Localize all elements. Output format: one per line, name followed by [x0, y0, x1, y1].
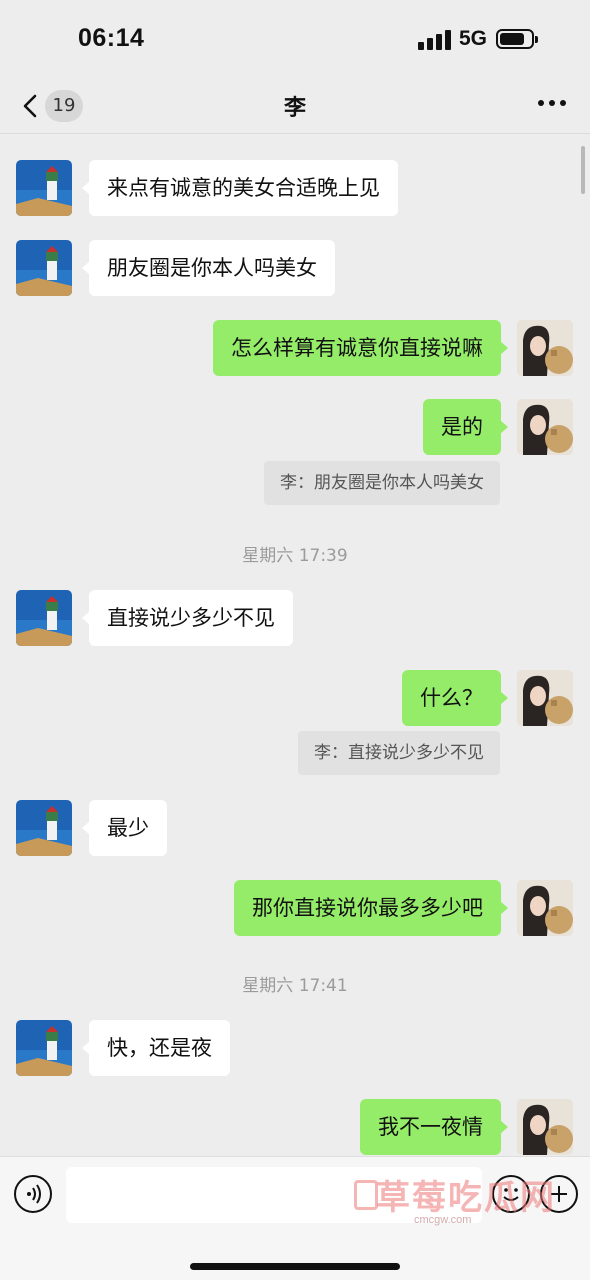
watermark-logo-icon	[354, 1180, 378, 1210]
status-bar: 06:14 5G	[0, 0, 590, 80]
user-avatar[interactable]	[517, 880, 573, 936]
message-bubble-incoming[interactable]: 来点有诚意的美女合适晚上见	[82, 160, 398, 216]
message-bubble-outgoing[interactable]: 那你直接说你最多多少吧	[234, 880, 508, 936]
home-indicator[interactable]	[190, 1263, 400, 1270]
status-time: 06:14	[78, 24, 145, 52]
quoted-message[interactable]: 李：朋友圈是你本人吗美女	[264, 461, 500, 505]
timestamp: 星期六 17:41	[242, 976, 348, 996]
user-avatar[interactable]	[517, 320, 573, 376]
message-bubble-outgoing[interactable]: 我不一夜情	[360, 1099, 508, 1155]
watermark-text: 草莓吃瓜网	[376, 1178, 556, 1218]
voice-icon[interactable]	[14, 1175, 52, 1213]
lighthouse-avatar-icon	[16, 1020, 72, 1076]
user-avatar[interactable]	[517, 670, 573, 726]
contact-avatar[interactable]	[16, 240, 72, 296]
girl-cat-avatar-icon	[517, 1099, 573, 1155]
girl-cat-avatar-icon	[517, 320, 573, 376]
message-bubble-outgoing[interactable]: 什么？	[402, 670, 508, 726]
user-avatar[interactable]	[517, 399, 573, 455]
message-bubble-outgoing[interactable]: 怎么样算有诚意你直接说嘛	[213, 320, 508, 376]
timestamp: 星期六 17:39	[242, 546, 348, 566]
contact-avatar[interactable]	[16, 160, 72, 216]
message-bubble-incoming[interactable]: 直接说少多少不见	[82, 590, 293, 646]
contact-avatar[interactable]	[16, 590, 72, 646]
lighthouse-avatar-icon	[16, 160, 72, 216]
chat-title: 李	[283, 96, 306, 121]
message-bubble-outgoing[interactable]: 是的	[423, 399, 508, 455]
lighthouse-avatar-icon	[16, 590, 72, 646]
chat-header: 19 李	[0, 80, 590, 134]
contact-avatar[interactable]	[16, 1020, 72, 1076]
girl-cat-avatar-icon	[517, 880, 573, 936]
more-dots-icon[interactable]	[538, 98, 566, 108]
signal-icon	[418, 30, 452, 50]
battery-icon	[496, 29, 538, 49]
user-avatar[interactable]	[517, 1099, 573, 1155]
watermark-url: cmcgw.com	[414, 1214, 472, 1226]
message-bubble-incoming[interactable]: 最少	[82, 800, 167, 856]
contact-avatar[interactable]	[16, 800, 72, 856]
girl-cat-avatar-icon	[517, 399, 573, 455]
lighthouse-avatar-icon	[16, 800, 72, 856]
watermark: 草莓吃瓜网 cmcgw.com	[352, 1168, 584, 1238]
girl-cat-avatar-icon	[517, 670, 573, 726]
voice-wave-icon	[27, 1184, 41, 1204]
lighthouse-avatar-icon	[16, 240, 72, 296]
scrollbar[interactable]	[581, 146, 585, 194]
message-bubble-incoming[interactable]: 快，还是夜	[82, 1020, 230, 1076]
network-label: 5G	[459, 27, 488, 50]
message-bubble-incoming[interactable]: 朋友圈是你本人吗美女	[82, 240, 335, 296]
quoted-message[interactable]: 李：直接说少多少不见	[298, 731, 500, 775]
